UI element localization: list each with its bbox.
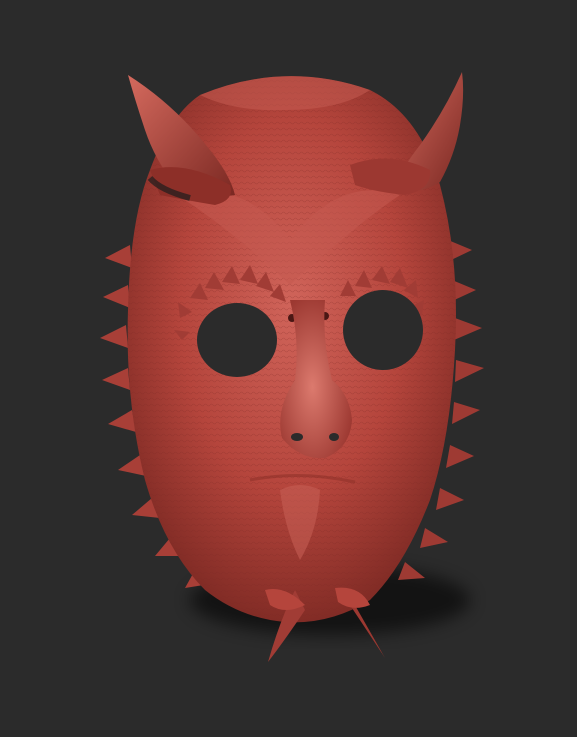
right-eye-hole <box>343 290 423 370</box>
mask-render <box>100 72 484 662</box>
render-viewport <box>0 0 577 737</box>
left-nostril <box>291 433 303 441</box>
right-nostril <box>329 433 339 441</box>
left-eye-hole <box>197 303 277 377</box>
